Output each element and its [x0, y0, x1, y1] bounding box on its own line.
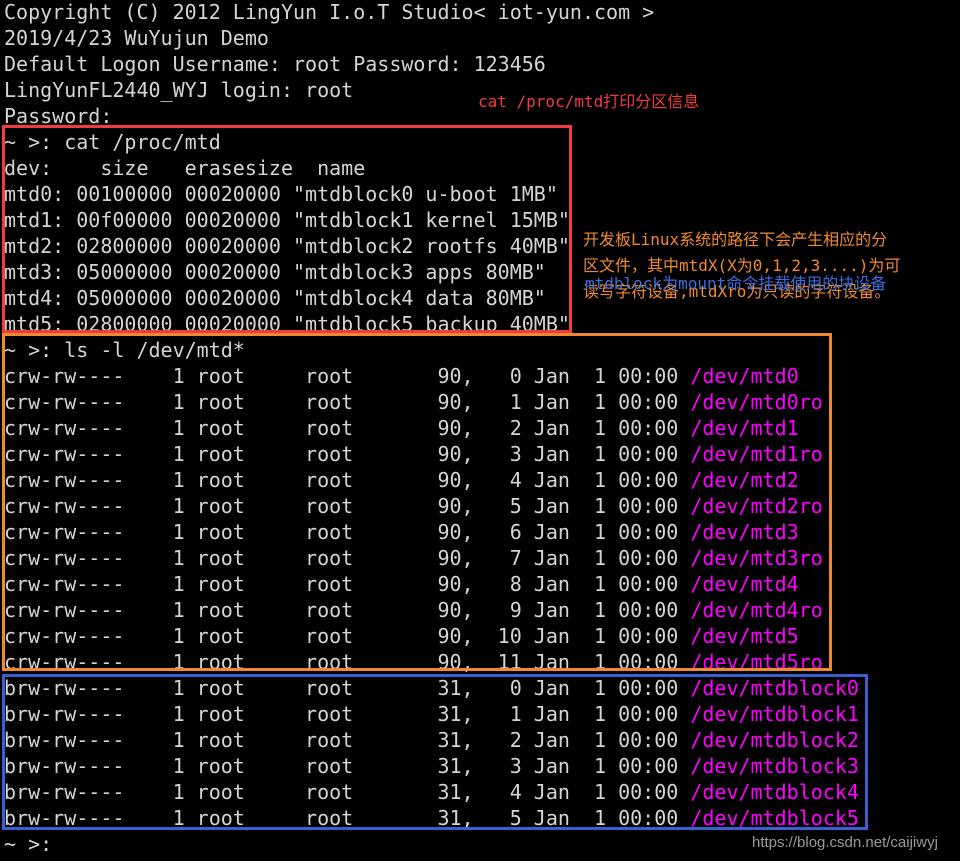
annotation-blue: mtdblock为mount命令挂载使用的块设备 [585, 274, 887, 293]
block-devices-highlight-box [2, 674, 868, 830]
mtd-highlight-box [2, 125, 572, 333]
header-line: LingYunFL2440_WYJ login: root [4, 78, 354, 102]
annotation-orange-line: 开发板Linux系统的路径下会产生相应的分 [583, 230, 888, 249]
header-line: Default Logon Username: root Password: 1… [4, 52, 546, 76]
watermark: https://blog.csdn.net/caijiwyj [752, 834, 938, 851]
header-line: 2019/4/23 WuYujun Demo [4, 26, 269, 50]
header-line: Copyright (C) 2012 LingYun I.o.T Studio<… [4, 0, 655, 24]
annotation-red: cat /proc/mtd打印分区信息 [478, 92, 700, 111]
char-devices-highlight-box [2, 333, 832, 671]
shell-prompt: ~ >: [4, 832, 53, 856]
